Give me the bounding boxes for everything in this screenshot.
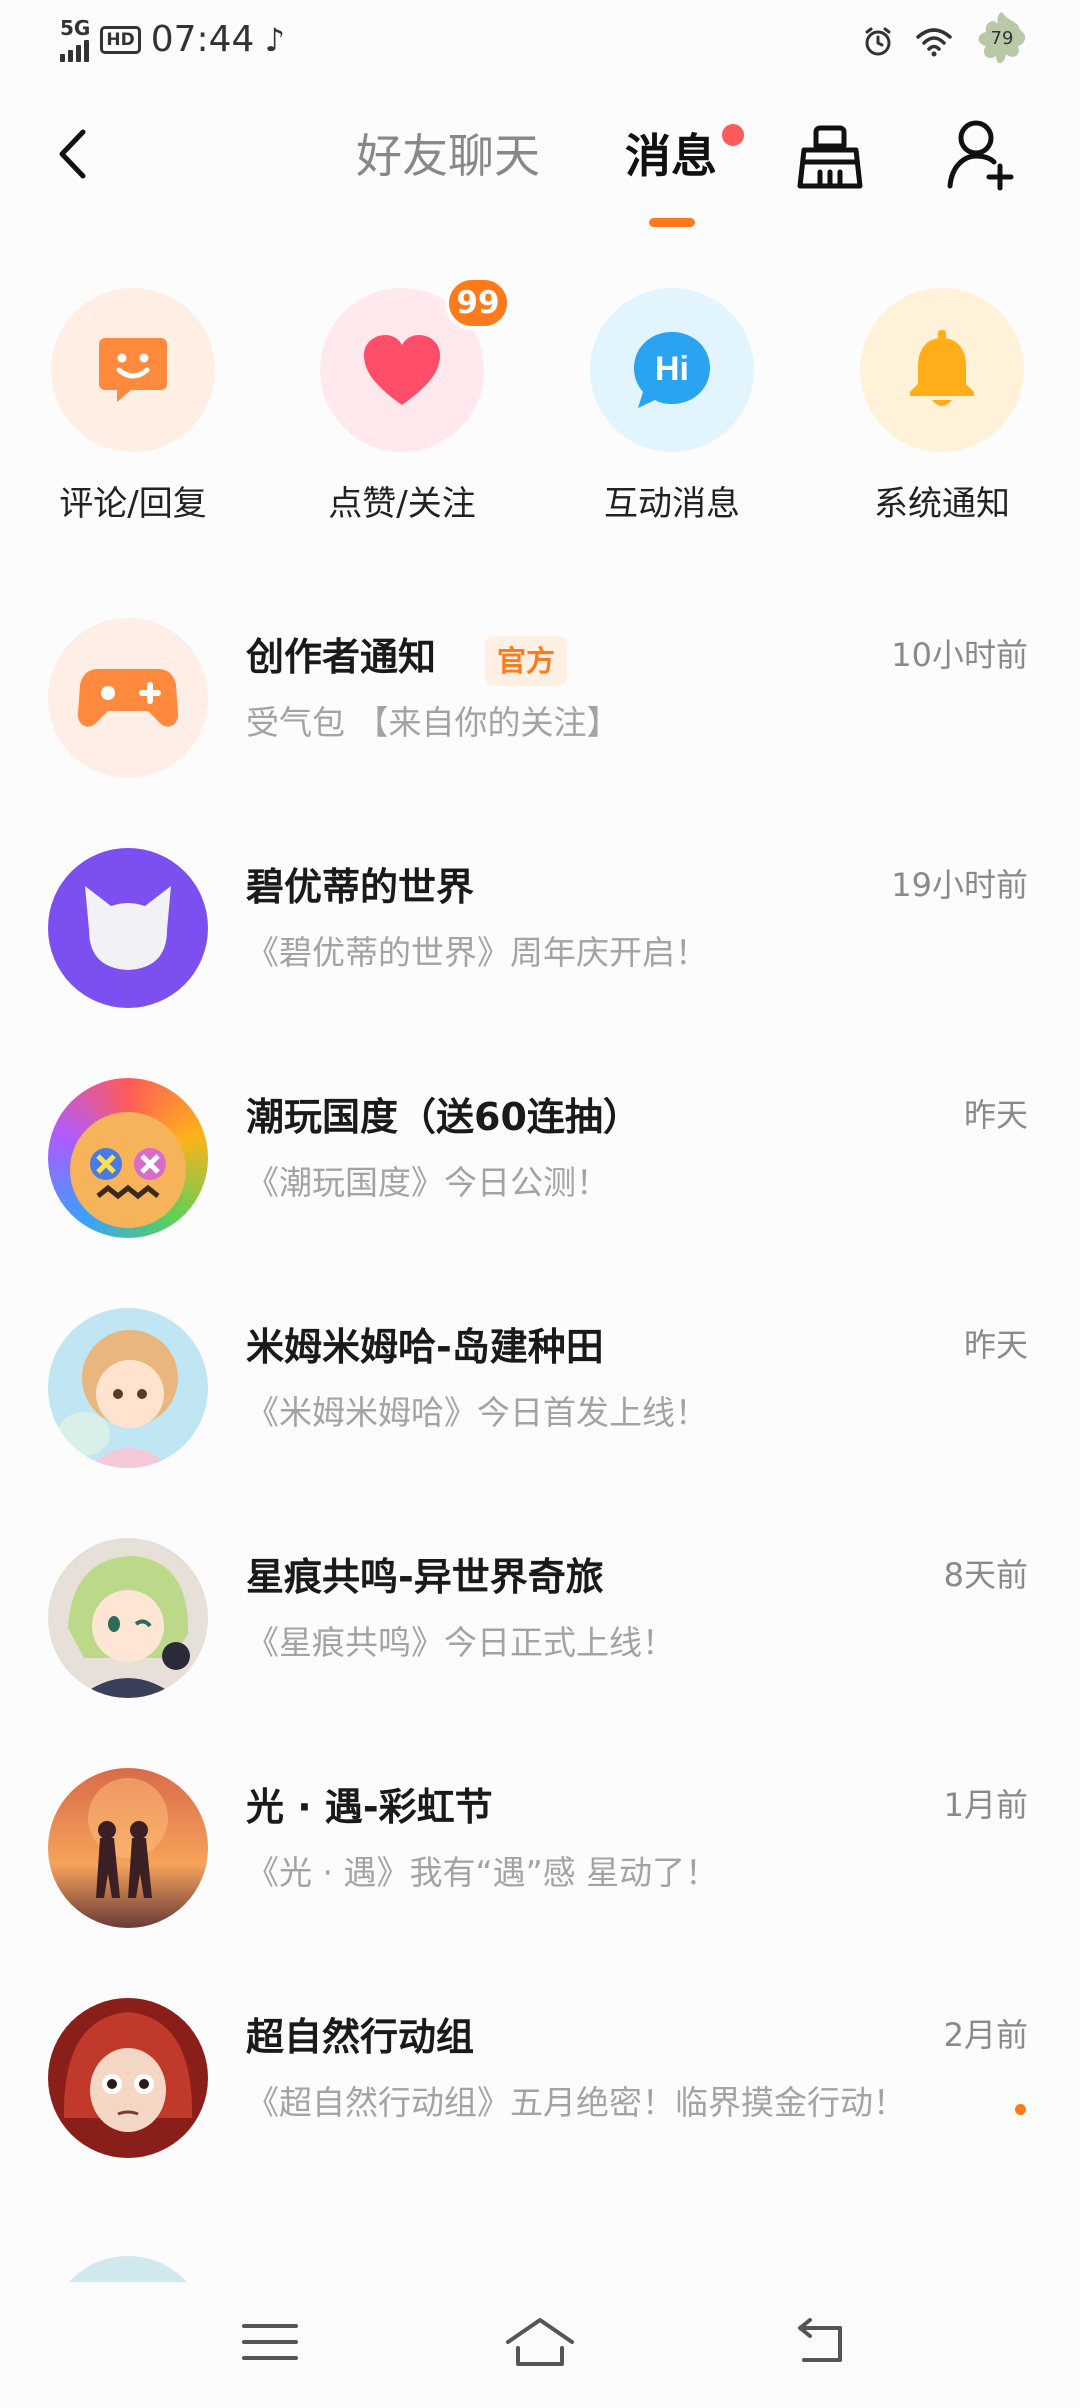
anime-girl-avatar (48, 1308, 208, 1468)
message-title: 碧优蒂的世界 (246, 865, 475, 909)
tiktok-icon: ♪ (264, 21, 285, 59)
back-button[interactable] (48, 122, 96, 186)
interactions-label: 互动消息 (604, 484, 740, 524)
message-title: 超自然行动组 (246, 2015, 475, 2059)
list-item-supernatural-squad[interactable]: 超自然行动组 《超自然行动组》五月绝密！临界摸金行动！ 2月前 (0, 1988, 1080, 2208)
bell-icon (910, 330, 974, 406)
red-hood-girl-avatar (48, 1998, 208, 2158)
message-title: 米姆米姆哈-岛建种田 (246, 1325, 604, 1369)
message-preview: 《光 · 遇》我有“遇”感 星动了！ (246, 1853, 719, 1892)
sky-children-avatar (48, 1768, 208, 1928)
cat-mascot-icon (48, 848, 208, 1008)
list-item-sky[interactable]: 光 · 遇-彩虹节 《光 · 遇》我有“遇”感 星动了！ 1月前 (0, 1758, 1080, 1978)
message-time: 2月前 (943, 2016, 1028, 2054)
home-icon (506, 2318, 574, 2366)
return-icon (798, 2318, 842, 2362)
broom-icon (797, 125, 863, 189)
system-circle (860, 288, 1024, 452)
gamepad-icon (48, 618, 208, 778)
message-preview: 《星痕共鸣》今日正式上线！ (246, 1623, 675, 1662)
message-time: 昨天 (963, 1326, 1028, 1364)
svg-text:Hi: Hi (655, 350, 689, 388)
quick-entry-likes[interactable]: 99 点赞/关注 (302, 276, 511, 540)
signal-bars-icon (60, 38, 89, 62)
likes-label: 点赞/关注 (328, 484, 476, 524)
message-title: 星痕共鸣-异世界奇旅 (246, 1555, 604, 1599)
message-title: 光 · 遇-彩虹节 (246, 1785, 493, 1829)
add-user-icon (947, 120, 1014, 191)
status-bar: 5G HD 07:44 ♪ 79 (0, 0, 1080, 84)
list-item-creator-notice[interactable]: 创作者通知 官方 受气包 【来自你的关注】 10小时前 (0, 608, 1080, 828)
recent-apps-button[interactable] (230, 2312, 310, 2372)
status-left: 5G HD 07:44 ♪ (60, 18, 285, 62)
list-item-mimu-mimuha[interactable]: 米姆米姆哈-岛建种田 《米姆米姆哈》今日首发上线！ 昨天 (0, 1298, 1080, 1518)
wifi-icon (916, 28, 952, 57)
system-label: 系统通知 (874, 484, 1010, 524)
quick-entry-interactions[interactable]: Hi 互动消息 (572, 280, 772, 540)
message-time: 8天前 (943, 1556, 1028, 1594)
interactions-circle: Hi (590, 288, 754, 452)
clear-unread-button[interactable] (796, 122, 864, 192)
heart-icon (364, 335, 440, 405)
message-time: 昨天 (963, 1096, 1028, 1134)
list-item-star-resonance[interactable]: 星痕共鸣-异世界奇旅 《星痕共鸣》今日正式上线！ 8天前 (0, 1528, 1080, 1748)
unread-dot (1015, 2104, 1026, 2115)
toy-character-avatar (48, 1078, 208, 1238)
clock: 07:44 (150, 19, 255, 60)
message-time: 19小时前 (891, 866, 1028, 904)
app-root: 5G HD 07:44 ♪ 79 好友聊天 消息 评论/回复 99 点赞/关注 … (0, 0, 1080, 2408)
add-friend-button[interactable] (946, 118, 1016, 192)
message-title: 潮玩国度（送60连抽） (246, 1095, 641, 1139)
hi-bubble-icon: Hi (634, 332, 710, 408)
network-type: 5G (60, 16, 91, 40)
signal-group: 5G (60, 18, 90, 62)
menu-icon (242, 2324, 298, 2360)
battery-indicator: 79 (974, 10, 1030, 74)
tab-messages[interactable]: 消息 (625, 126, 717, 186)
message-preview: 《米姆米姆哈》今日首发上线！ (246, 1393, 708, 1432)
home-button[interactable] (500, 2312, 580, 2372)
hd-badge: HD (100, 26, 141, 54)
list-item-beautie-world[interactable]: 碧优蒂的世界 《碧优蒂的世界》周年庆开启！ 19小时前 (0, 838, 1080, 1058)
message-time: 10小时前 (891, 636, 1028, 674)
message-preview: 受气包 【来自你的关注】 (246, 703, 620, 742)
message-preview: 《超自然行动组》五月绝密！临界摸金行动！ (246, 2083, 906, 2122)
comments-circle (51, 288, 215, 452)
list-item-trendy-toys[interactable]: 潮玩国度（送60连抽） 《潮玩国度》今日公测！ 昨天 (0, 1068, 1080, 1288)
active-tab-indicator (649, 218, 695, 227)
quick-entry-system[interactable]: 系统通知 (842, 280, 1042, 540)
message-preview: 《潮玩国度》今日公测！ (246, 1163, 609, 1202)
top-header: 好友聊天 消息 (0, 100, 1080, 250)
quick-entry-comments[interactable]: 评论/回复 (33, 280, 233, 540)
alarm-icon (865, 27, 891, 56)
message-time: 1月前 (943, 1786, 1028, 1824)
likes-badge: 99 (445, 276, 511, 330)
status-right: 79 (862, 10, 1030, 74)
tab-friends-chat[interactable]: 好友聊天 (356, 126, 540, 186)
system-back-button[interactable] (780, 2312, 860, 2372)
comments-label: 评论/回复 (59, 484, 207, 524)
green-hair-girl-avatar (48, 1538, 208, 1698)
tab-unread-dot (722, 124, 744, 146)
message-title: 创作者通知 (246, 635, 437, 679)
smile-chat-icon (99, 338, 167, 402)
quick-entry-row: 评论/回复 99 点赞/关注 Hi 互动消息 系统通知 (0, 276, 1080, 540)
battery-level: 79 (990, 28, 1014, 49)
system-nav-bar (0, 2282, 1080, 2408)
chevron-left-icon (59, 129, 86, 179)
message-preview: 《碧优蒂的世界》周年庆开启！ (246, 933, 708, 972)
official-tag: 官方 (485, 636, 568, 686)
